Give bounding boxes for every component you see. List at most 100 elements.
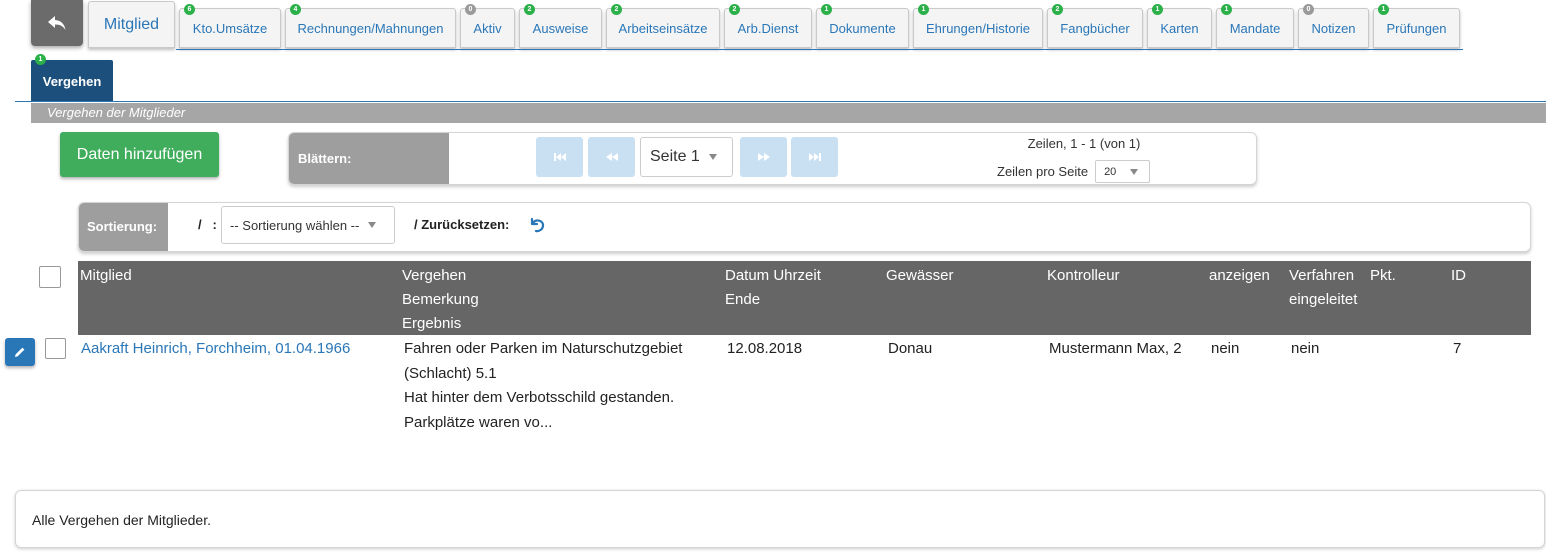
column-header-mitglied[interactable]: Mitglied [80,264,132,288]
rows-info: Zeilen, 1 - 1 (von 1) [1027,136,1141,151]
tab-label: Prüfungen [1386,20,1447,36]
chevron-down-icon [708,154,717,160]
vergehen-text: (Schlacht) 5.1 [404,364,497,382]
tab-notizen[interactable]: 0 Notizen [1298,4,1369,48]
row-checkbox[interactable] [45,338,66,359]
count-badge: 1 [918,4,929,15]
count-badge: 2 [611,4,622,15]
cell-verfahren: nein [1291,340,1320,357]
tab-label: Kto.Umsätze [192,20,268,36]
pencil-icon [15,347,25,357]
tab-label: Ehrungen/Historie [925,20,1031,36]
prev-page-button[interactable] [588,137,635,177]
page-select[interactable]: Seite 1 [640,137,733,177]
edit-button[interactable] [5,338,35,366]
next-page-button[interactable] [740,137,787,177]
vergehen-text: Fahren oder Parken im Naturschutzgebiet [404,340,683,357]
column-header-datum[interactable]: Datum Uhrzeit Ende [725,264,821,312]
last-page-icon [808,153,821,161]
count-badge: 6 [184,4,195,15]
cell-vergehen: Fahren oder Parken im Naturschutzgebiet … [404,337,682,435]
member-link[interactable]: Aakraft Heinrich, Forchheim, 01.04.1966 [81,337,350,362]
count-badge: 0 [465,4,476,15]
tab-aktiv[interactable]: 0 Aktiv [460,4,515,48]
count-badge: 1 [1152,4,1163,15]
tab-mitglied[interactable]: Mitglied [88,1,175,48]
column-header-datum-label: Datum Uhrzeit [725,267,821,284]
last-page-button[interactable] [791,137,838,177]
tab-label: Mandate [1229,20,1281,36]
fast-forward-icon [757,153,770,161]
add-data-button[interactable]: Daten hinzufügen [60,132,219,177]
column-header-id[interactable]: ID [1451,264,1466,288]
tab-ehrungen-historie[interactable]: 1 Ehrungen/Historie [913,4,1043,48]
count-badge: 2 [1052,4,1063,15]
cell-id: 7 [1453,340,1462,357]
count-badge: 0 [1303,4,1314,15]
pagination-bar: Blättern: Seite 1 Zeilen, 1 - 1 (von 1) … [288,132,1257,185]
sort-bar: Sortierung: / : -- Sortierung wählen -- … [78,202,1531,252]
count-badge: 1 [35,54,46,65]
cell-anzeigen: nein [1211,340,1240,357]
column-header-kontrolleur[interactable]: Kontrolleur [1047,264,1120,288]
cell-datum: 12.08.2018 [727,340,803,357]
tab-fangbuecher[interactable]: 2 Fangbücher [1047,4,1143,48]
first-page-icon [553,153,566,161]
count-badge: 2 [524,4,535,15]
count-badge: 1 [1221,4,1232,15]
tab-label: Rechnungen/Mahnungen [297,20,444,36]
cell-kontrolleur: Mustermann Max, 2 [1049,340,1182,357]
tab-dokumente[interactable]: 1 Dokumente [816,4,909,48]
sort-label: Sortierung: [79,203,168,251]
column-header-ergebnis-label: Ergebnis [402,315,462,332]
column-header-vergehen[interactable]: Vergehen Bemerkung Ergebnis [402,264,479,336]
rewind-icon [605,153,618,161]
reply-icon [48,16,66,30]
tab-label: Arbeitseinsätze [618,20,708,36]
sort-select-value: -- Sortierung wählen -- [230,217,360,233]
description-box: Alle Vergehen der Mitglieder. [15,490,1545,548]
tab-label: Mitglied [103,15,160,33]
tab-pruefungen[interactable]: 1 Prüfungen [1373,4,1460,48]
cell-gewaesser: Donau [888,340,933,357]
tab-karten[interactable]: 1 Karten [1147,4,1212,48]
column-header-gewaesser[interactable]: Gewässer [886,264,954,288]
column-header-eingeleitet-label: eingeleitet [1289,291,1358,308]
count-badge: 2 [729,4,740,15]
tab-label: Karten [1160,20,1199,36]
tab-divider [176,49,1463,50]
column-header-anzeigen[interactable]: anzeigen [1209,264,1270,288]
select-all-checkbox[interactable] [39,266,61,288]
back-button[interactable] [31,0,83,46]
count-badge: 4 [290,4,301,15]
tab-label: Aktiv [473,20,502,36]
section-divider [15,101,1546,102]
bemerkung-text: Parkplätze waren vo... [404,413,553,431]
tab-kto-umsaetze[interactable]: 6 Kto.Umsätze [179,4,281,48]
tab-vergehen[interactable]: 1 Vergehen [31,54,113,102]
tab-arb-dienst[interactable]: 2 Arb.Dienst [724,4,812,48]
tab-label: Ausweise [532,20,589,36]
rows-per-page-label: Zeilen pro Seite [997,164,1089,179]
column-header-vergehen-label: Vergehen [402,267,467,284]
column-header-bemerkung-label: Bemerkung [402,291,479,308]
rows-per-page-value: 20 [1104,165,1117,178]
column-header-verfahren-label: Verfahren [1289,267,1355,284]
rows-per-page-select[interactable]: 20 [1095,160,1151,183]
tab-label: Dokumente [829,20,896,36]
undo-icon[interactable] [528,216,546,234]
column-header-pkt[interactable]: Pkt. [1370,264,1396,288]
first-page-button[interactable] [536,137,583,177]
chevron-down-icon [368,222,377,228]
tab-label: Arb.Dienst [737,20,799,36]
bemerkung-text: Hat hinter dem Verbotsschild gestanden. [404,389,675,406]
page-select-value: Seite 1 [650,148,700,165]
sort-select[interactable]: -- Sortierung wählen -- [221,206,395,244]
tab-ausweise[interactable]: 2 Ausweise [519,4,602,48]
tab-label: Vergehen [42,73,102,89]
count-badge: 1 [1378,4,1389,15]
column-header-verfahren[interactable]: Verfahren eingeleitet [1289,264,1357,312]
tab-rechnungen-mahnungen[interactable]: 4 Rechnungen/Mahnungen [285,4,456,48]
tab-mandate[interactable]: 1 Mandate [1216,4,1294,48]
tab-arbeitseinsaetze[interactable]: 2 Arbeitseinsätze [606,4,720,48]
